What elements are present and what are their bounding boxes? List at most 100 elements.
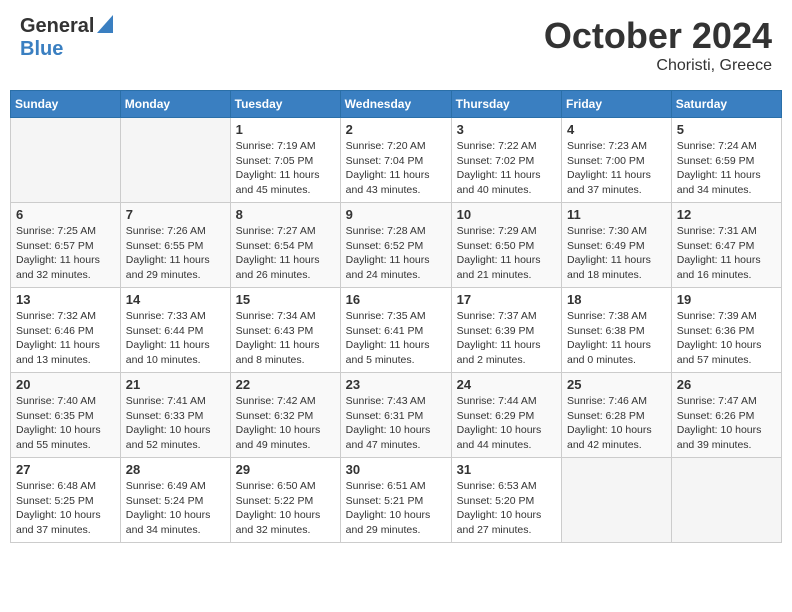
calendar-cell: 15 Sunrise: 7:34 AM Sunset: 6:43 PM Dayli…: [230, 288, 340, 373]
day-number: 23: [346, 377, 446, 392]
calendar-cell: [11, 118, 121, 203]
calendar-cell: 6 Sunrise: 7:25 AM Sunset: 6:57 PM Daylig…: [11, 203, 121, 288]
day-number: 31: [457, 462, 556, 477]
day-number: 9: [346, 207, 446, 222]
calendar-cell: 16 Sunrise: 7:35 AM Sunset: 6:41 PM Dayli…: [340, 288, 451, 373]
calendar-cell: 11 Sunrise: 7:30 AM Sunset: 6:49 PM Dayli…: [562, 203, 672, 288]
day-number: 24: [457, 377, 556, 392]
day-number: 6: [16, 207, 115, 222]
calendar-cell: [671, 458, 781, 543]
logo: General Blue: [20, 15, 113, 61]
day-number: 1: [236, 122, 335, 137]
calendar-table: SundayMondayTuesdayWednesdayThursdayFrid…: [10, 90, 782, 543]
calendar-cell: 3Sunrise: 7:22 AM Sunset: 7:02 PM Daylig…: [451, 118, 561, 203]
calendar-cell: 12 Sunrise: 7:31 AM Sunset: 6:47 PM Dayli…: [671, 203, 781, 288]
week-row-1: 1 Sunrise: 7:19 AM Sunset: 7:05 PM Daylig…: [11, 118, 782, 203]
day-number: 4: [567, 122, 666, 137]
day-number: 5: [677, 122, 776, 137]
calendar-cell: 8Sunrise: 7:27 AM Sunset: 6:54 PM Daylig…: [230, 203, 340, 288]
calendar-cell: 27Sunrise: 6:48 AM Sunset: 5:25 PM Dayli…: [11, 458, 121, 543]
calendar-cell: 19 Sunrise: 7:39 AM Sunset: 6:36 PM Dayli…: [671, 288, 781, 373]
calendar-cell: 4 Sunrise: 7:23 AM Sunset: 7:00 PM Daylig…: [562, 118, 672, 203]
calendar-cell: 24 Sunrise: 7:44 AM Sunset: 6:29 PM Dayli…: [451, 373, 561, 458]
calendar-cell: 2Sunrise: 7:20 AM Sunset: 7:04 PM Daylig…: [340, 118, 451, 203]
calendar-cell: 29Sunrise: 6:50 AM Sunset: 5:22 PM Dayli…: [230, 458, 340, 543]
day-number: 12: [677, 207, 776, 222]
day-info: Sunrise: 7:30 AM Sunset: 6:49 PM Dayligh…: [567, 224, 666, 283]
weekday-header-sunday: Sunday: [11, 91, 121, 118]
day-info: Sunrise: 6:48 AM Sunset: 5:25 PM Dayligh…: [16, 479, 115, 538]
calendar-cell: 18 Sunrise: 7:38 AM Sunset: 6:38 PM Dayli…: [562, 288, 672, 373]
calendar-cell: 1 Sunrise: 7:19 AM Sunset: 7:05 PM Daylig…: [230, 118, 340, 203]
day-number: 30: [346, 462, 446, 477]
day-info: Sunrise: 7:44 AM Sunset: 6:29 PM Dayligh…: [457, 394, 556, 453]
day-number: 22: [236, 377, 335, 392]
day-info: Sunrise: 7:29 AM Sunset: 6:50 PM Dayligh…: [457, 224, 556, 283]
calendar-cell: 25 Sunrise: 7:46 AM Sunset: 6:28 PM Dayli…: [562, 373, 672, 458]
calendar-cell: 7 Sunrise: 7:26 AM Sunset: 6:55 PM Daylig…: [120, 203, 230, 288]
day-number: 17: [457, 292, 556, 307]
day-number: 21: [126, 377, 225, 392]
day-number: 18: [567, 292, 666, 307]
day-info: Sunrise: 7:32 AM Sunset: 6:46 PM Dayligh…: [16, 309, 115, 368]
day-info: Sunrise: 7:46 AM Sunset: 6:28 PM Dayligh…: [567, 394, 666, 453]
calendar-cell: 23 Sunrise: 7:43 AM Sunset: 6:31 PM Dayli…: [340, 373, 451, 458]
day-info: Sunrise: 7:35 AM Sunset: 6:41 PM Dayligh…: [346, 309, 446, 368]
day-info: Sunrise: 7:26 AM Sunset: 6:55 PM Dayligh…: [126, 224, 225, 283]
day-info: Sunrise: 7:31 AM Sunset: 6:47 PM Dayligh…: [677, 224, 776, 283]
day-info: Sunrise: 6:53 AM Sunset: 5:20 PM Dayligh…: [457, 479, 556, 538]
day-info: Sunrise: 7:40 AM Sunset: 6:35 PM Dayligh…: [16, 394, 115, 453]
calendar-cell: 5 Sunrise: 7:24 AM Sunset: 6:59 PM Daylig…: [671, 118, 781, 203]
day-info: Sunrise: 7:39 AM Sunset: 6:36 PM Dayligh…: [677, 309, 776, 368]
day-number: 8: [236, 207, 335, 222]
day-info: Sunrise: 6:49 AM Sunset: 5:24 PM Dayligh…: [126, 479, 225, 538]
day-info: Sunrise: 7:38 AM Sunset: 6:38 PM Dayligh…: [567, 309, 666, 368]
weekday-header-tuesday: Tuesday: [230, 91, 340, 118]
day-number: 19: [677, 292, 776, 307]
weekday-header-saturday: Saturday: [671, 91, 781, 118]
day-number: 26: [677, 377, 776, 392]
day-number: 25: [567, 377, 666, 392]
location-label: Choristi, Greece: [544, 57, 772, 75]
day-info: Sunrise: 7:33 AM Sunset: 6:44 PM Dayligh…: [126, 309, 225, 368]
weekday-header-monday: Monday: [120, 91, 230, 118]
week-row-2: 6 Sunrise: 7:25 AM Sunset: 6:57 PM Daylig…: [11, 203, 782, 288]
day-info: Sunrise: 7:34 AM Sunset: 6:43 PM Dayligh…: [236, 309, 335, 368]
day-info: Sunrise: 7:41 AM Sunset: 6:33 PM Dayligh…: [126, 394, 225, 453]
calendar-cell: 13 Sunrise: 7:32 AM Sunset: 6:46 PM Dayli…: [11, 288, 121, 373]
day-info: Sunrise: 7:43 AM Sunset: 6:31 PM Dayligh…: [346, 394, 446, 453]
day-number: 20: [16, 377, 115, 392]
weekday-header-friday: Friday: [562, 91, 672, 118]
calendar-cell: 26Sunrise: 7:47 AM Sunset: 6:26 PM Dayli…: [671, 373, 781, 458]
day-number: 28: [126, 462, 225, 477]
logo-triangle-icon: [97, 15, 113, 38]
calendar-cell: 17Sunrise: 7:37 AM Sunset: 6:39 PM Dayli…: [451, 288, 561, 373]
week-row-3: 13 Sunrise: 7:32 AM Sunset: 6:46 PM Dayli…: [11, 288, 782, 373]
day-info: Sunrise: 6:51 AM Sunset: 5:21 PM Dayligh…: [346, 479, 446, 538]
day-number: 7: [126, 207, 225, 222]
page-header: General Blue October 2024 Choristi, Gree…: [10, 10, 782, 80]
day-number: 15: [236, 292, 335, 307]
week-row-4: 20 Sunrise: 7:40 AM Sunset: 6:35 PM Dayli…: [11, 373, 782, 458]
weekday-header-thursday: Thursday: [451, 91, 561, 118]
day-number: 13: [16, 292, 115, 307]
calendar-cell: 9 Sunrise: 7:28 AM Sunset: 6:52 PM Daylig…: [340, 203, 451, 288]
day-number: 16: [346, 292, 446, 307]
calendar-cell: 10 Sunrise: 7:29 AM Sunset: 6:50 PM Dayli…: [451, 203, 561, 288]
calendar-cell: 22Sunrise: 7:42 AM Sunset: 6:32 PM Dayli…: [230, 373, 340, 458]
day-number: 11: [567, 207, 666, 222]
day-info: Sunrise: 7:20 AM Sunset: 7:04 PM Dayligh…: [346, 139, 446, 198]
day-info: Sunrise: 7:24 AM Sunset: 6:59 PM Dayligh…: [677, 139, 776, 198]
calendar-cell: [562, 458, 672, 543]
calendar-cell: 20 Sunrise: 7:40 AM Sunset: 6:35 PM Dayli…: [11, 373, 121, 458]
logo-blue-text: Blue: [20, 38, 63, 60]
calendar-cell: [120, 118, 230, 203]
day-info: Sunrise: 7:19 AM Sunset: 7:05 PM Dayligh…: [236, 139, 335, 198]
weekday-header-row: SundayMondayTuesdayWednesdayThursdayFrid…: [11, 91, 782, 118]
day-number: 10: [457, 207, 556, 222]
day-info: Sunrise: 7:28 AM Sunset: 6:52 PM Dayligh…: [346, 224, 446, 283]
day-info: Sunrise: 7:23 AM Sunset: 7:00 PM Dayligh…: [567, 139, 666, 198]
day-number: 29: [236, 462, 335, 477]
day-info: Sunrise: 7:25 AM Sunset: 6:57 PM Dayligh…: [16, 224, 115, 283]
day-info: Sunrise: 7:22 AM Sunset: 7:02 PM Dayligh…: [457, 139, 556, 198]
